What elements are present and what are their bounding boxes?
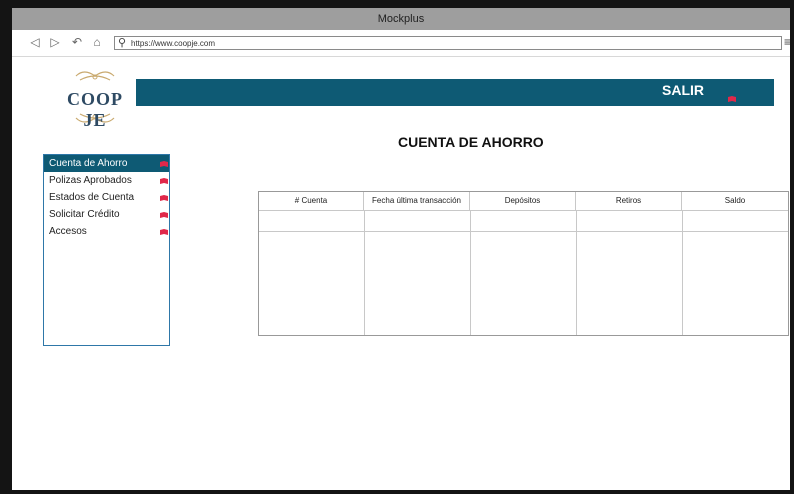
sidebar-item-label: Accesos (49, 226, 87, 237)
sidebar-item-label: Polizas Aprobados (49, 175, 132, 186)
window-title: Mockplus (12, 8, 790, 30)
address-bar: ◁ ▷ ↶ ⌂ ⚲ https://www.coopje.com ≡ (12, 30, 790, 57)
flag-icon (160, 161, 168, 167)
flag-icon (160, 178, 168, 184)
logo-text: COOP JE (67, 89, 123, 130)
accounts-table: # Cuenta Fecha última transacción Depósi… (258, 191, 789, 336)
browser-window: Mockplus ◁ ▷ ↶ ⌂ ⚲ https://www.coopje.co… (0, 0, 794, 494)
column-header-fecha: Fecha última transacción (364, 192, 470, 210)
sidebar-item-accesos[interactable]: Accesos (44, 223, 169, 240)
sidebar-item-polizas-aprobados[interactable]: Polizas Aprobados (44, 172, 169, 189)
column-divider (682, 210, 683, 335)
flag-icon (160, 195, 168, 201)
sidebar-menu: Cuenta de Ahorro Polizas Aprobados Estad… (43, 154, 170, 346)
sidebar-item-label: Estados de Cuenta (49, 192, 135, 203)
home-icon[interactable]: ⌂ (90, 35, 104, 49)
column-divider (364, 210, 365, 335)
table-divider (259, 210, 788, 211)
sidebar-item-label: Cuenta de Ahorro (49, 158, 128, 169)
column-divider (470, 210, 471, 335)
sidebar-item-estados-de-cuenta[interactable]: Estados de Cuenta (44, 189, 169, 206)
column-divider (576, 210, 577, 335)
search-icon: ⚲ (118, 37, 127, 49)
page-title: CUENTA DE AHORRO (398, 134, 544, 150)
refresh-icon[interactable]: ↶ (70, 35, 84, 49)
url-text: https://www.coopje.com (131, 39, 216, 48)
logo: COOP JE (62, 68, 128, 130)
column-header-cuenta: # Cuenta (259, 192, 364, 210)
logout-flag-icon[interactable] (728, 96, 736, 102)
sidebar-item-solicitar-credito[interactable]: Solicitar Crédito (44, 206, 169, 223)
forward-icon[interactable]: ▷ (48, 35, 62, 49)
url-input[interactable]: ⚲ https://www.coopje.com (114, 36, 782, 50)
flag-icon (160, 212, 168, 218)
column-header-depositos: Depósitos (470, 192, 576, 210)
flag-icon (160, 229, 168, 235)
logout-button[interactable]: SALIR (662, 82, 704, 98)
back-icon[interactable]: ◁ (28, 35, 42, 49)
sidebar-item-cuenta-de-ahorro[interactable]: Cuenta de Ahorro (44, 155, 169, 172)
column-header-retiros: Retiros (576, 192, 682, 210)
table-row (259, 231, 788, 232)
menu-icon[interactable]: ≡ (784, 35, 790, 49)
column-header-saldo: Saldo (724, 196, 746, 205)
sidebar-item-label: Solicitar Crédito (49, 209, 120, 220)
